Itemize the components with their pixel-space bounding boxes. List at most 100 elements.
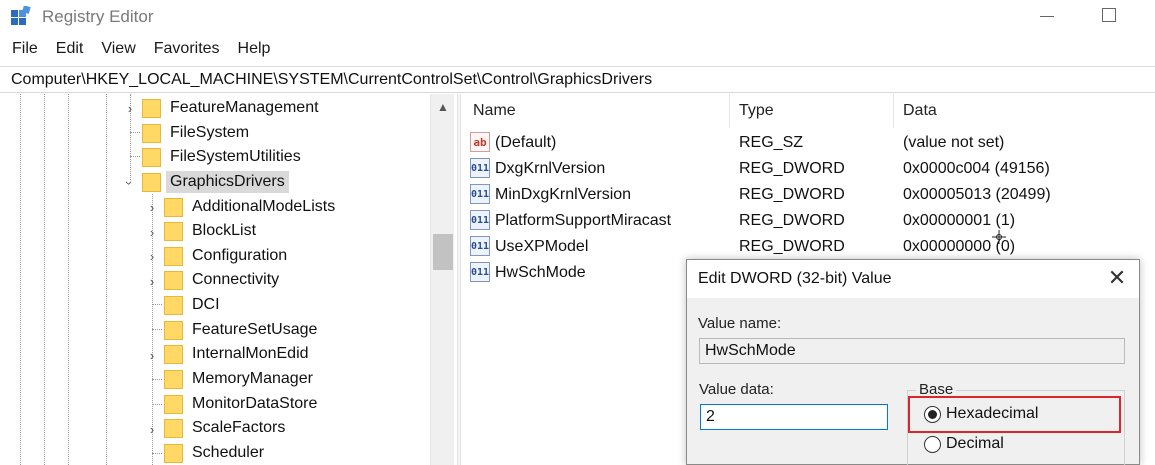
folder-icon: [142, 98, 161, 118]
decimal-label: Decimal: [946, 435, 1004, 452]
tree-item[interactable]: FeatureSetUsage: [164, 318, 321, 342]
tree-guide-line: [44, 94, 45, 465]
dialog-title: Edit DWORD (32-bit) Value: [698, 270, 892, 287]
tree-item-label: InternalMonEdid: [192, 345, 309, 362]
value-name[interactable]: (Default): [495, 134, 556, 152]
tree-item-label: FeatureSetUsage: [192, 321, 318, 338]
menu-file[interactable]: File: [12, 38, 38, 62]
minimize-button[interactable]: [1040, 16, 1054, 17]
title-bar: Registry Editor: [0, 0, 1155, 34]
tree-scrollbar[interactable]: ▲: [430, 94, 454, 465]
chevron-right-icon[interactable]: ›: [123, 101, 137, 116]
address-path: Computer\HKEY_LOCAL_MACHINE\SYSTEM\Curre…: [11, 71, 653, 88]
chevron-right-icon[interactable]: ›: [145, 422, 159, 437]
value-type: REG_DWORD: [739, 186, 845, 203]
value-data: 0x00005013 (20499): [903, 186, 1051, 203]
value-data: 0x0000c004 (49156): [903, 160, 1050, 177]
address-bar[interactable]: Computer\HKEY_LOCAL_MACHINE\SYSTEM\Curre…: [0, 66, 1155, 93]
tree-item-label: Scheduler: [192, 444, 265, 461]
tree-item-label: MemoryManager: [192, 370, 313, 387]
value-data-field[interactable]: 2: [700, 404, 888, 430]
menu-favorites[interactable]: Favorites: [154, 38, 220, 62]
folder-icon: [142, 123, 161, 143]
tree-item[interactable]: Scheduler: [164, 441, 268, 465]
tree-item-label: FeatureManagement: [170, 99, 319, 116]
tree-item-label: GraphicsDrivers: [166, 171, 289, 193]
binary-value-icon: 011: [470, 158, 490, 178]
tree-item-selected[interactable]: GraphicsDrivers: [142, 170, 289, 194]
folder-icon: [164, 197, 183, 217]
tree-item-label: FileSystemUtilities: [170, 148, 301, 165]
decimal-radio[interactable]: Decimal: [924, 435, 1004, 453]
column-header-type[interactable]: Type: [739, 102, 774, 120]
tree-item[interactable]: AdditionalModeLists: [164, 195, 339, 219]
value-data-label: Value data:: [699, 381, 774, 398]
value-name[interactable]: MinDxgKrnlVersion: [495, 186, 631, 204]
column-separator[interactable]: [729, 94, 730, 128]
tree-item-label: FileSystem: [170, 124, 250, 141]
tree-guide-line: [152, 379, 162, 380]
registry-editor-icon: [11, 6, 31, 25]
tree-item-label: ScaleFactors: [192, 419, 286, 436]
value-type: REG_DWORD: [739, 238, 845, 255]
tree-item[interactable]: MemoryManager: [164, 367, 317, 391]
chevron-down-icon[interactable]: ›: [123, 176, 138, 190]
tree-guide-line: [152, 329, 162, 330]
maximize-button[interactable]: [1102, 8, 1116, 22]
tree-item-label: Connectivity: [192, 271, 280, 288]
crosshair-cursor-icon: [992, 230, 1006, 244]
tree-guide-line: [130, 156, 140, 157]
chevron-right-icon[interactable]: ›: [145, 348, 159, 363]
binary-value-icon: 011: [470, 184, 490, 204]
radio-unchecked-icon[interactable]: [924, 435, 941, 453]
value-type: REG_DWORD: [739, 160, 845, 177]
tree-item[interactable]: FileSystem: [142, 121, 253, 145]
value-name[interactable]: HwSchMode: [495, 264, 586, 282]
folder-icon: [164, 246, 183, 266]
binary-value-icon: 011: [470, 210, 490, 230]
scrollbar-thumb[interactable]: [433, 234, 453, 270]
menu-help[interactable]: Help: [238, 38, 271, 62]
tree-item[interactable]: FileSystemUtilities: [142, 145, 305, 169]
tree-guide-line: [130, 132, 140, 133]
folder-icon: [142, 172, 161, 192]
scroll-up-icon[interactable]: ▲: [435, 100, 451, 114]
value-name-field[interactable]: HwSchMode: [699, 338, 1125, 364]
tree-guide-line: [152, 404, 162, 405]
chevron-right-icon[interactable]: ›: [145, 249, 159, 264]
folder-icon: [164, 418, 183, 438]
binary-value-icon: 011: [470, 236, 490, 256]
tree-item[interactable]: Configuration: [164, 244, 291, 268]
chevron-right-icon[interactable]: ›: [145, 225, 159, 240]
folder-icon: [164, 320, 183, 340]
tree-item-label: MonitorDataStore: [192, 395, 318, 412]
menu-view[interactable]: View: [101, 38, 135, 62]
menu-edit[interactable]: Edit: [56, 38, 84, 62]
value-name[interactable]: PlatformSupportMiracast: [495, 212, 671, 230]
value-name[interactable]: DxgKrnlVersion: [495, 160, 605, 178]
value-data: 0x00000001 (1): [903, 212, 1016, 229]
column-separator[interactable]: [893, 94, 894, 128]
menu-bar: File Edit View Favorites Help: [0, 38, 276, 62]
folder-icon: [164, 344, 183, 364]
pane-splitter[interactable]: [457, 94, 461, 465]
close-icon[interactable]: ✕: [1105, 266, 1129, 290]
column-header-data[interactable]: Data: [903, 102, 937, 120]
tree-item[interactable]: ScaleFactors: [164, 416, 289, 440]
value-name-label: Value name:: [698, 315, 782, 332]
chevron-right-icon[interactable]: ›: [145, 200, 159, 215]
tree-item[interactable]: DCI: [164, 293, 224, 317]
annotation-highlight: [908, 396, 1121, 433]
tree-item[interactable]: InternalMonEdid: [164, 342, 313, 366]
tree-item[interactable]: Connectivity: [164, 268, 283, 292]
key-tree: › FeatureManagement FileSystem FileSyste…: [0, 94, 457, 465]
value-name[interactable]: UseXPModel: [495, 238, 588, 256]
folder-icon: [164, 270, 183, 290]
chevron-right-icon[interactable]: ›: [145, 274, 159, 289]
tree-item[interactable]: MonitorDataStore: [164, 392, 321, 416]
tree-item-label: Configuration: [192, 247, 288, 264]
window-title: Registry Editor: [42, 7, 154, 26]
tree-item[interactable]: FeatureManagement: [142, 96, 323, 120]
tree-item[interactable]: BlockList: [164, 219, 260, 243]
column-header-name[interactable]: Name: [473, 102, 516, 120]
